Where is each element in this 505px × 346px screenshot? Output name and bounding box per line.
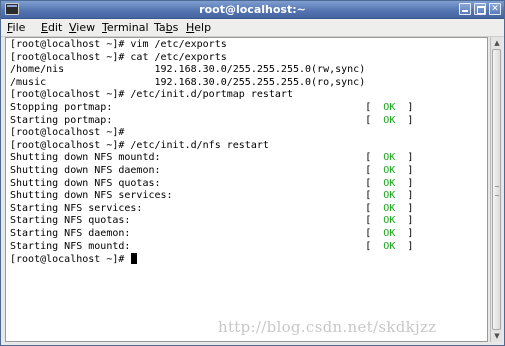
terminal-output[interactable]: [root@localhost ~]# vim /etc/exports [roo… <box>5 37 488 342</box>
terminal-line: Starting NFS mountd: [ OK ] <box>10 240 414 252</box>
terminal-line: [root@localhost ~]# cat /etc/exports <box>10 51 227 63</box>
menu-item[interactable]: File <box>7 20 25 35</box>
terminal-line: /home/nis 192.168.30.0/255.255.255.0(rw,… <box>10 64 366 76</box>
status-ok: OK <box>383 101 396 113</box>
terminal-line: Shutting down NFS mountd: [ OK ] <box>10 152 414 164</box>
terminal-line: Stopping portmap: [ OK ] <box>10 101 414 113</box>
status-ok: OK <box>383 114 396 126</box>
terminal-line: /music 192.168.30.0/255.255.255.0(ro,syn… <box>10 76 366 88</box>
menu-item[interactable]: Tabs <box>154 20 178 35</box>
scroll-down-icon[interactable]: ▼ <box>492 331 502 341</box>
watermark: http://blog.csdn.net/skdkjzz <box>218 318 437 336</box>
menu-item[interactable]: Terminal <box>102 20 149 35</box>
window-title: root@localhost:~ <box>199 3 306 16</box>
status-ok: OK <box>383 152 396 164</box>
status-ok: OK <box>383 240 396 252</box>
menu-item[interactable]: Edit <box>41 20 62 35</box>
terminal-line: Starting NFS quotas: [ OK ] <box>10 215 414 227</box>
terminal-line: Starting portmap: [ OK ] <box>10 114 414 126</box>
status-ok: OK <box>383 190 396 202</box>
scroll-up-icon[interactable]: ▲ <box>492 38 502 48</box>
terminal-line: Shutting down NFS quotas: [ OK ] <box>10 177 414 189</box>
vertical-scrollbar[interactable]: ▲ ▼ <box>490 37 502 342</box>
status-ok: OK <box>383 202 396 214</box>
terminal-line: [root@localhost ~]# <box>10 253 413 266</box>
status-ok: OK <box>383 177 396 189</box>
text-cursor <box>131 253 138 265</box>
terminal-line: Starting NFS daemon: [ OK ] <box>10 227 414 239</box>
terminal-line: [root@localhost ~]# /etc/init.d/portmap … <box>10 89 293 101</box>
status-ok: OK <box>383 164 396 176</box>
menu-bar: File Edit View Terminal Tabs Help <box>1 19 504 37</box>
menu-item[interactable]: Help <box>186 20 211 35</box>
terminal-line: Shutting down NFS daemon: [ OK ] <box>10 164 414 176</box>
maximize-icon[interactable] <box>474 3 486 15</box>
scrollbar-thumb[interactable] <box>492 49 501 330</box>
terminal-line: [root@localhost ~]# <box>10 127 125 139</box>
title-bar[interactable]: root@localhost:~ ✕ <box>1 1 504 19</box>
minimize-icon[interactable] <box>459 3 471 15</box>
status-ok: OK <box>383 215 396 227</box>
menu-item[interactable]: View <box>69 20 95 35</box>
terminal-line: [root@localhost ~]# vim /etc/exports <box>10 39 227 50</box>
terminal-line: Shutting down NFS services: [ OK ] <box>10 190 414 202</box>
close-icon[interactable]: ✕ <box>489 3 501 15</box>
terminal-line: Starting NFS services: [ OK ] <box>10 202 414 214</box>
terminal-window: root@localhost:~ ✕ File Edit View Terminal T… <box>0 0 505 346</box>
status-ok: OK <box>383 227 396 239</box>
terminal-line: [root@localhost ~]# /etc/init.d/nfs rest… <box>10 139 269 151</box>
terminal-lines: [root@localhost ~]# vim /etc/exports [roo… <box>10 39 413 266</box>
